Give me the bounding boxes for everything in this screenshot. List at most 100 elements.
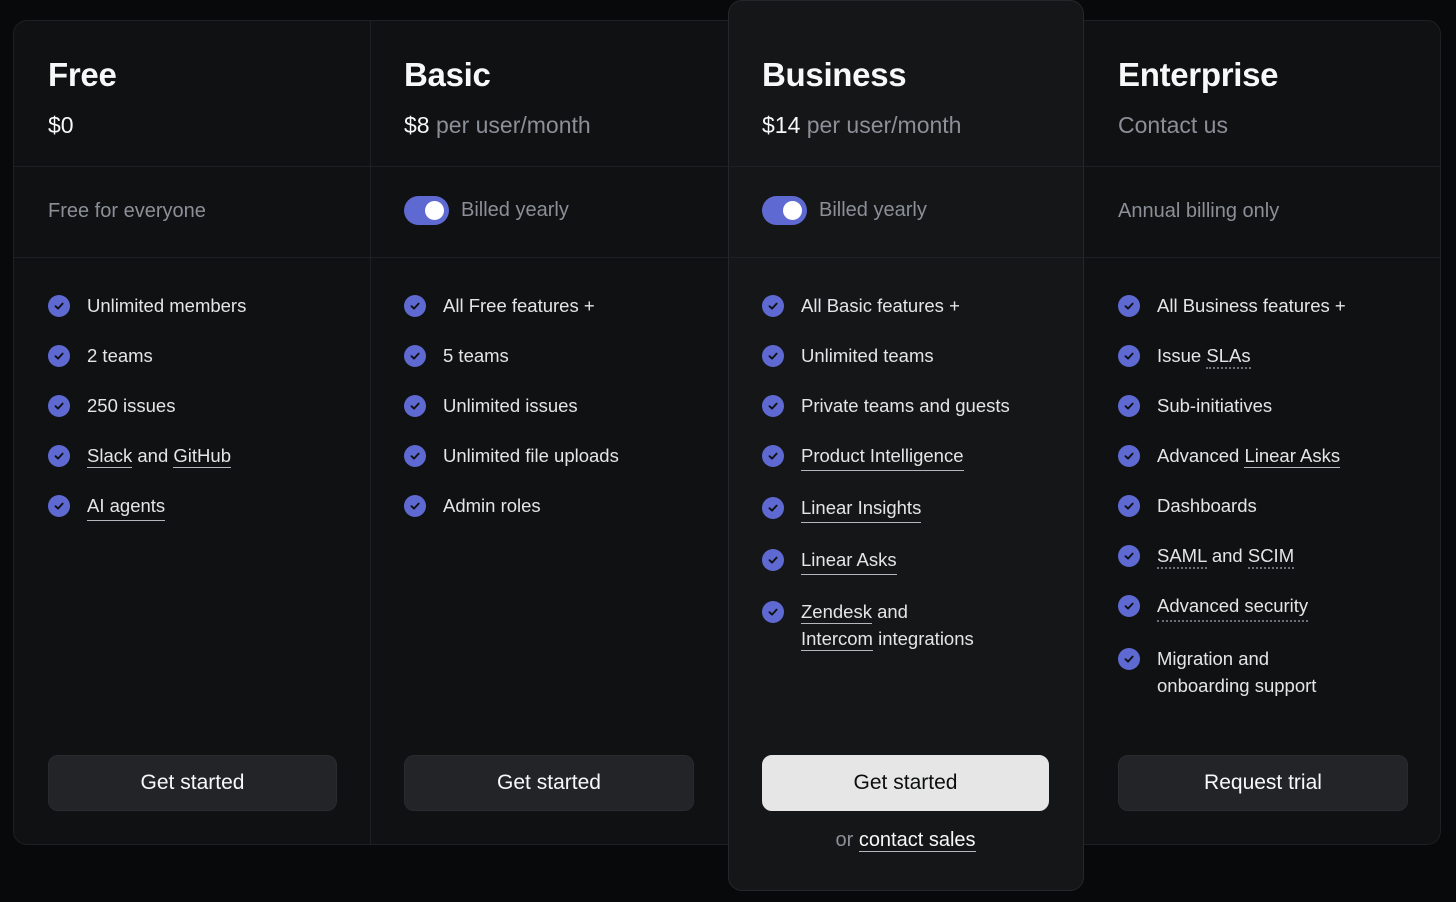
linear-asks-link[interactable]: Linear Asks [1244, 445, 1341, 468]
business-get-started-button[interactable]: Get started [762, 755, 1049, 811]
billing-toggle-row: Billed yearly [404, 196, 569, 225]
plan-price: $0 [48, 112, 74, 139]
check-circle-icon [1118, 445, 1140, 467]
feature-item: Admin roles [404, 492, 704, 519]
plan-name: Free [48, 56, 117, 93]
check-circle-icon [404, 345, 426, 367]
feature-list: All Business features + Issue SLAs Sub-i… [1118, 292, 1418, 722]
feature-label: All Free features + [443, 295, 595, 316]
plan-business: Business $14 per user/month Billed yearl… [762, 0, 1062, 902]
saml-tooltip-term[interactable]: SAML [1157, 545, 1207, 569]
feature-item: 2 teams [48, 342, 348, 369]
slas-tooltip-term[interactable]: SLAs [1206, 345, 1251, 369]
check-circle-icon [48, 295, 70, 317]
plan-price: $8 per user/month [404, 112, 591, 139]
advanced-security-tooltip-term[interactable]: Advanced security [1157, 592, 1309, 622]
feature-label: 250 issues [87, 395, 176, 416]
plan-enterprise: Enterprise Contact us Annual billing onl… [1118, 0, 1418, 902]
feature-label: Unlimited issues [443, 395, 578, 416]
feature-label: Private teams and guests [801, 395, 1010, 416]
check-circle-icon [1118, 648, 1140, 670]
plan-free: Free $0 Free for everyone Unlimited memb… [48, 0, 348, 902]
toggle-knob [783, 201, 802, 220]
check-circle-icon [762, 345, 784, 367]
billing-toggle-label: Billed yearly [819, 199, 927, 221]
feature-item: Unlimited issues [404, 392, 704, 419]
feature-issue-text: Issue [1157, 345, 1202, 366]
feature-and-text: and [877, 601, 908, 622]
plan-name: Basic [404, 56, 491, 93]
feature-list: Unlimited members 2 teams 250 issues Sla… [48, 292, 348, 544]
billing-toggle[interactable] [762, 196, 807, 225]
feature-label: 5 teams [443, 345, 509, 366]
check-circle-icon [404, 295, 426, 317]
zendesk-link[interactable]: Zendesk [801, 601, 872, 624]
plan-name: Enterprise [1118, 56, 1279, 93]
plan-price: $14 per user/month [762, 112, 961, 139]
request-trial-button[interactable]: Request trial [1118, 755, 1408, 811]
check-circle-icon [762, 395, 784, 417]
feature-item: Private teams and guests [762, 392, 1062, 419]
feature-label: All Basic features + [801, 295, 960, 316]
feature-item: All Business features + [1118, 292, 1418, 319]
feature-label: Issue SLAs [1157, 342, 1251, 369]
feature-list: All Free features + 5 teams Unlimited is… [404, 292, 704, 542]
scim-tooltip-term[interactable]: SCIM [1247, 545, 1295, 569]
ai-agents-link[interactable]: AI agents [87, 492, 166, 521]
feature-item: Linear Insights [762, 494, 1062, 523]
billing-toggle-label: Billed yearly [461, 199, 569, 221]
slack-link[interactable]: Slack [87, 445, 133, 468]
free-get-started-button[interactable]: Get started [48, 755, 337, 811]
feature-item: Zendesk and Intercom integrations [762, 598, 1062, 652]
check-circle-icon [762, 295, 784, 317]
check-circle-icon [1118, 295, 1140, 317]
feature-item: Advanced security [1118, 592, 1418, 622]
feature-label: All Business features + [1157, 295, 1346, 316]
plan-name: Business [762, 56, 907, 93]
billing-toggle-row: Billed yearly [762, 196, 927, 225]
check-circle-icon [1118, 495, 1140, 517]
check-circle-icon [1118, 595, 1140, 617]
price-unit: per user/month [435, 112, 591, 138]
feature-label: Advanced Linear Asks [1157, 442, 1341, 469]
billing-note: Annual billing only [1118, 200, 1280, 222]
check-circle-icon [404, 395, 426, 417]
feature-label: Unlimited file uploads [443, 445, 619, 466]
product-intelligence-link[interactable]: Product Intelligence [801, 442, 964, 471]
github-link[interactable]: GitHub [173, 445, 231, 468]
feature-item: Migration and onboarding support [1118, 645, 1418, 699]
feature-item: Slack and GitHub [48, 442, 348, 469]
feature-item: All Free features + [404, 292, 704, 319]
feature-item: Unlimited teams [762, 342, 1062, 369]
feature-label: Migration and onboarding support [1157, 648, 1317, 696]
column-divider [370, 20, 371, 845]
contact-prefix: or [835, 829, 854, 851]
billing-toggle[interactable] [404, 196, 449, 225]
feature-label: Sub-initiatives [1157, 395, 1273, 416]
intercom-link[interactable]: Intercom [801, 628, 873, 651]
billing-note: Free for everyone [48, 200, 206, 222]
basic-get-started-button[interactable]: Get started [404, 755, 694, 811]
feature-item: Product Intelligence [762, 442, 1062, 471]
feature-label: Zendesk and Intercom integrations [801, 598, 974, 652]
feature-list: All Basic features + Unlimited teams Pri… [762, 292, 1062, 675]
check-circle-icon [48, 395, 70, 417]
contact-sales-row: or contact sales [762, 829, 1049, 852]
check-circle-icon [48, 445, 70, 467]
feature-label: Unlimited teams [801, 345, 934, 366]
feature-item: Dashboards [1118, 492, 1418, 519]
check-circle-icon [48, 495, 70, 517]
feature-item: Unlimited file uploads [404, 442, 704, 469]
feature-advanced-text: Advanced [1157, 445, 1240, 466]
check-circle-icon [1118, 395, 1140, 417]
check-circle-icon [1118, 545, 1140, 567]
feature-item: AI agents [48, 492, 348, 521]
plan-price: Contact us [1118, 112, 1228, 138]
pricing-page: Free $0 Free for everyone Unlimited memb… [0, 0, 1456, 902]
feature-item: All Basic features + [762, 292, 1062, 319]
feature-item: Advanced Linear Asks [1118, 442, 1418, 469]
linear-asks-link[interactable]: Linear Asks [801, 546, 897, 575]
contact-sales-link[interactable]: contact sales [858, 829, 976, 852]
price-amount: $14 [762, 112, 801, 138]
linear-insights-link[interactable]: Linear Insights [801, 494, 922, 523]
